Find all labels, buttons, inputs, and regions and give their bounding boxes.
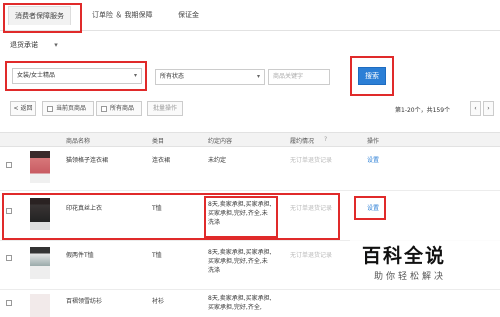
checkbox-icon[interactable]: [101, 105, 107, 112]
pagination-text: 第1-20个，共159个: [395, 107, 451, 114]
watermark-logo-title: 百科全说: [362, 245, 447, 267]
current-page-checkbox[interactable]: 当前页商品: [42, 101, 94, 116]
watermark-logo-subtitle: 助你轻松解决: [374, 272, 447, 282]
product-thumbnail[interactable]: [30, 151, 50, 183]
product-category: 衬衫: [152, 298, 165, 305]
header-promise: 约定内容: [208, 138, 233, 145]
product-promise: 8天,卖家承担,买家承担,买家承担,完好,齐全,未洗涤: [208, 249, 272, 274]
product-promise: 8天,卖家承担,买家承担,买家承担,完好,齐全,: [208, 295, 272, 311]
status-select[interactable]: 所有状态 ▾: [155, 69, 265, 85]
product-record: 无订单退货记录: [290, 252, 333, 259]
section-title: 退货承诺 ▾: [10, 41, 58, 49]
product-promise: 未约定: [208, 157, 227, 164]
table-header: 商品名称 类目 约定内容 履约情况 ? 操作: [0, 132, 500, 147]
tab-deposit[interactable]: 保证金: [178, 10, 199, 20]
bulk-action-button[interactable]: 批量操作: [147, 101, 183, 116]
chevron-down-icon: ▾: [256, 73, 260, 80]
highlight-search: [350, 56, 394, 96]
row-checkbox[interactable]: [6, 162, 12, 168]
product-thumbnail[interactable]: [30, 294, 50, 317]
highlight-row: [2, 193, 340, 240]
chevron-down-icon: ▾: [54, 41, 58, 49]
product-name[interactable]: 百褶领雪纺衫: [66, 297, 102, 306]
row-checkbox[interactable]: [6, 300, 12, 306]
header-action: 操作: [367, 138, 380, 145]
all-products-checkbox[interactable]: 所有商品: [96, 101, 142, 116]
product-name[interactable]: 假两件T恤: [66, 251, 94, 260]
checkbox-icon[interactable]: [47, 105, 53, 112]
table-row: 百褶领雪纺衫 衬衫 8天,卖家承担,买家承担,买家承担,完好,齐全,: [0, 290, 500, 317]
prev-page-button[interactable]: ‹: [470, 101, 481, 116]
product-category: 连衣裙: [152, 157, 171, 164]
header-record: 履约情况: [290, 138, 315, 145]
product-record: 无订单退货记录: [290, 157, 333, 164]
keyword-input[interactable]: 商品关键字: [268, 69, 330, 85]
header-category: 类目: [152, 138, 165, 145]
help-icon[interactable]: ?: [324, 136, 327, 143]
header-product-name: 商品名称: [66, 138, 91, 145]
table-row: 猫领格子连衣裙 连衣裙 未约定 无订单退货记录 设置: [0, 146, 500, 191]
set-link[interactable]: 设置: [367, 156, 379, 165]
product-name[interactable]: 猫领格子连衣裙: [66, 156, 108, 165]
tab-order-insurance[interactable]: 订单险 ＆ 我期保障: [92, 10, 152, 20]
product-thumbnail[interactable]: [30, 247, 50, 279]
highlight-promise: [204, 196, 278, 238]
row-checkbox[interactable]: [6, 255, 12, 261]
product-category: T恤: [152, 252, 162, 259]
back-button[interactable]: < 返回: [10, 101, 36, 116]
highlight-category: [5, 61, 147, 91]
next-page-button[interactable]: ›: [483, 101, 494, 116]
highlight-tab: [3, 3, 82, 33]
highlight-set-link: [354, 196, 386, 220]
